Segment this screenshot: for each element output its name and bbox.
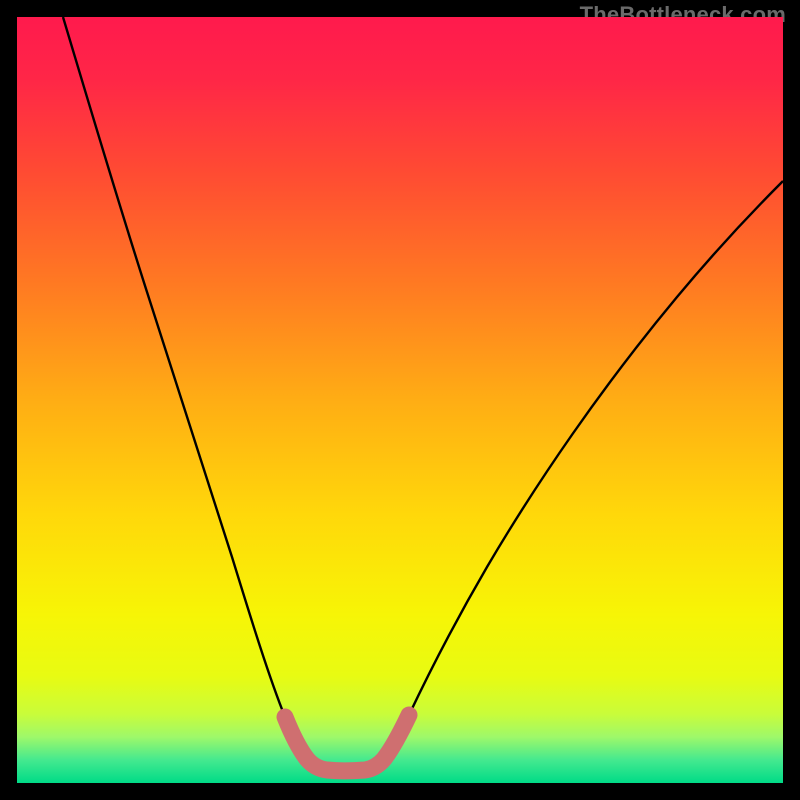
plot-area [17, 17, 783, 783]
bottleneck-curve-svg [17, 17, 783, 783]
chart-frame: TheBottleneck.com [0, 0, 800, 800]
bottleneck-curve [63, 17, 783, 771]
floor-marker [285, 715, 409, 771]
